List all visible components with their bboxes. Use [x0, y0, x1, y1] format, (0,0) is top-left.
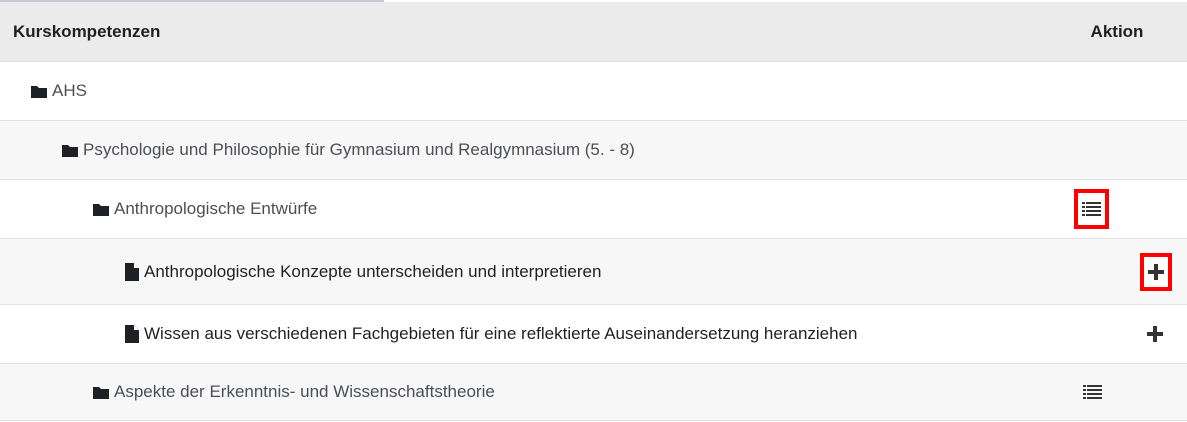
list-icon: [1082, 202, 1101, 216]
action-cell: [1047, 304, 1187, 364]
folder-icon: [93, 203, 109, 216]
list-competencies-button[interactable]: [1081, 382, 1103, 402]
tree-item-label[interactable]: AHS: [52, 81, 87, 101]
table-header-row: Kurskompetenzen Aktion: [0, 2, 1187, 62]
tree-item-label[interactable]: Aspekte der Erkenntnis- und Wissenschaft…: [114, 382, 495, 402]
list-competencies-button[interactable]: [1074, 189, 1109, 229]
table-row: Aspekte der Erkenntnis- und Wissenschaft…: [0, 363, 1187, 421]
folder-icon: [31, 85, 47, 98]
table-row: Psychologie und Philosophie für Gymnasiu…: [0, 120, 1187, 180]
add-competency-button[interactable]: [1140, 252, 1172, 291]
table-row: Wissen aus verschiedenen Fachgebieten fü…: [0, 304, 1187, 364]
header-aktion: Aktion: [1047, 2, 1187, 62]
tree-item-label[interactable]: Anthropologische Konzepte unterscheiden …: [144, 262, 601, 282]
table-row: AHS: [0, 61, 1187, 121]
action-cell: [1047, 61, 1187, 121]
competencies-table: Kurskompetenzen Aktion AHS Psychologie u…: [0, 2, 1187, 421]
file-icon: [125, 262, 139, 281]
plus-icon: [1147, 326, 1163, 342]
table-row: Anthropologische Konzepte unterscheiden …: [0, 238, 1187, 305]
add-competency-button[interactable]: [1146, 325, 1164, 343]
action-cell: [1047, 363, 1187, 421]
action-cell: [1047, 238, 1187, 305]
list-icon: [1082, 385, 1102, 399]
folder-icon: [93, 386, 109, 399]
header-kurskompetenzen[interactable]: Kurskompetenzen: [0, 2, 1047, 62]
action-cell: [1047, 179, 1187, 239]
tree-item-label[interactable]: Wissen aus verschiedenen Fachgebieten fü…: [144, 324, 858, 344]
plus-icon: [1148, 263, 1164, 280]
action-cell: [1047, 120, 1187, 180]
file-icon: [125, 325, 139, 343]
folder-icon: [62, 144, 78, 157]
table-row: Anthropologische Entwürfe: [0, 179, 1187, 239]
tree-item-label[interactable]: Psychologie und Philosophie für Gymnasiu…: [83, 140, 635, 160]
tree-item-label[interactable]: Anthropologische Entwürfe: [114, 199, 317, 219]
